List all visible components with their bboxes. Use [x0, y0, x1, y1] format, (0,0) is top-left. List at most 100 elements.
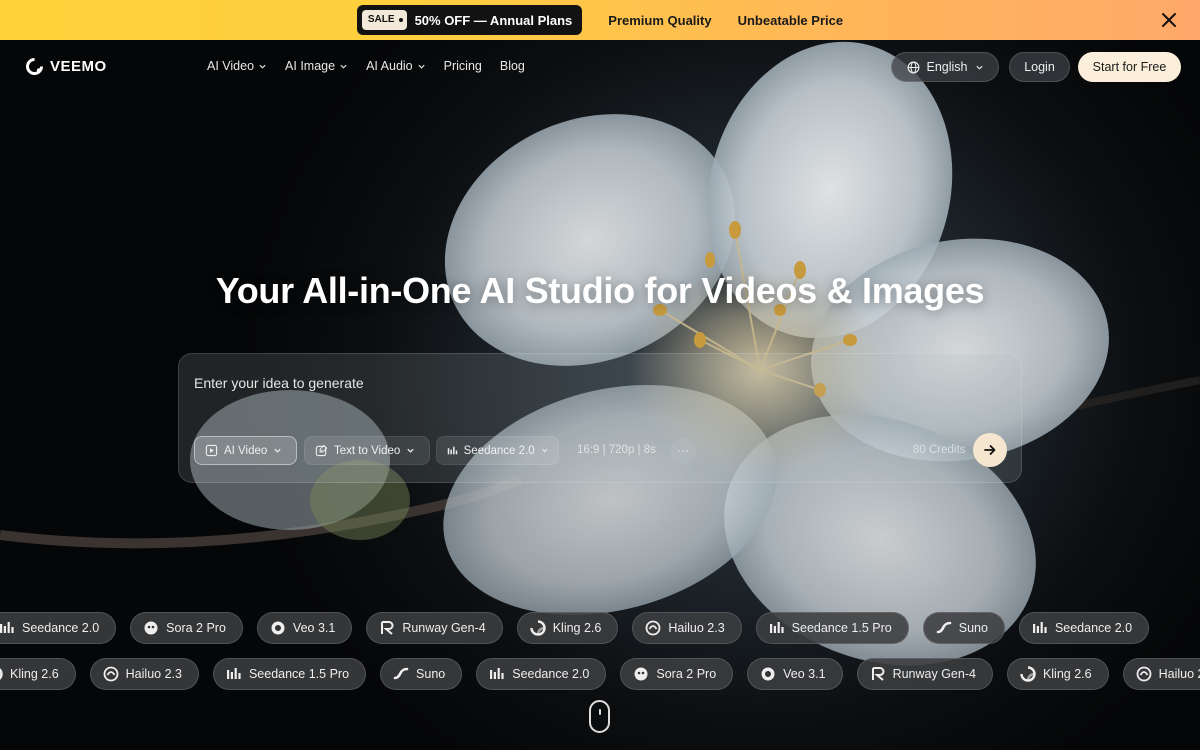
- model-chip-label: Runway Gen-4: [402, 621, 486, 635]
- model-chip[interactable]: Kling 2.6: [0, 658, 76, 690]
- prompt-input[interactable]: [194, 372, 894, 394]
- nav-link-blog[interactable]: Blog: [500, 59, 525, 73]
- model-chip[interactable]: Seedance 2.0: [1018, 612, 1150, 644]
- model-chip-label: Seedance 1.5 Pro: [791, 621, 892, 635]
- seedance-icon: [490, 668, 504, 679]
- model-chip[interactable]: Kling 2.6: [1006, 658, 1109, 690]
- model-chip[interactable]: Seedance 2.0: [0, 612, 117, 644]
- chevron-down-icon: [975, 65, 983, 70]
- nav-link-ai-audio[interactable]: AI Audio: [366, 59, 426, 73]
- model-chip-label: Sora 2 Pro: [656, 667, 717, 681]
- model-marquee-row-1: Seedance 2.0 Sora 2 Pro Veo 3.1 Runway Gen-…: [0, 612, 1150, 644]
- chevron-down-icon: [274, 448, 281, 453]
- model-chip[interactable]: Seedance 1.5 Pro: [755, 612, 909, 644]
- model-chip[interactable]: Kling 2.6: [516, 612, 619, 644]
- output-specs[interactable]: 16:9 | 720p | 8s: [577, 444, 656, 456]
- brand-logo[interactable]: VEEMO: [26, 58, 107, 75]
- model-chip[interactable]: Suno: [922, 612, 1005, 644]
- model-chip-label: Seedance 2.0: [512, 667, 590, 681]
- model-chip[interactable]: Hailuo 2.3: [89, 658, 199, 690]
- promo-offer-pill[interactable]: SALE 50% OFF — Annual Plans: [356, 5, 583, 35]
- model-chip[interactable]: Hailuo 2.3: [1122, 658, 1200, 690]
- mode-selector[interactable]: AI Video: [194, 436, 297, 465]
- scroll-down-mouse-icon[interactable]: [589, 700, 610, 733]
- model-chip-label: Veo 3.1: [783, 667, 826, 681]
- model-selector[interactable]: Seedance 2.0: [436, 436, 559, 465]
- model-chip-label: Hailuo 2.3: [125, 667, 182, 681]
- prompt-panel: AI Video Text to Video Seedance 2.0 16:9…: [178, 353, 1022, 483]
- model-chip[interactable]: Sora 2 Pro: [620, 658, 734, 690]
- start-for-free-button[interactable]: Start for Free: [1078, 52, 1181, 82]
- kling-icon: [1020, 666, 1036, 682]
- veo-icon: [271, 621, 285, 635]
- promo-tagline-quality: Premium Quality: [608, 12, 712, 28]
- more-options-icon[interactable]: ⋯: [670, 438, 696, 464]
- nav-links: AI Video AI Image AI Audio Pricing Blog: [207, 59, 525, 73]
- nav-link-label: Blog: [499, 59, 525, 73]
- credits-cost: 80 Credits: [913, 444, 966, 456]
- nav-link-label: AI Audio: [366, 59, 413, 73]
- promo-banner: SALE 50% OFF — Annual Plans Premium Qual…: [0, 0, 1200, 40]
- chevron-down-icon: [340, 64, 347, 69]
- runway-icon: [381, 621, 394, 635]
- promo-offer-text: 50% OFF — Annual Plans: [414, 12, 573, 28]
- task-selector[interactable]: Text to Video: [304, 436, 430, 465]
- nav-link-label: AI Video: [207, 59, 255, 73]
- top-navigation: VEEMO AI Video AI Image AI Audio Pricing…: [0, 40, 1200, 94]
- model-chip-label: Seedance 1.5 Pro: [248, 667, 350, 681]
- chevron-down-icon: [407, 448, 414, 453]
- task-label: Text to Video: [334, 444, 401, 457]
- nav-link-ai-video[interactable]: AI Video: [207, 59, 267, 73]
- kling-icon: [0, 668, 3, 680]
- model-chip-label: Hailuo 2.3: [668, 621, 725, 635]
- sora-icon: [634, 667, 648, 681]
- suno-icon: [936, 621, 952, 634]
- chevron-down-icon: [541, 449, 547, 453]
- language-selector[interactable]: English: [891, 52, 999, 82]
- model-chip-label: Seedance 2.0: [22, 621, 100, 635]
- edit-media-icon: [315, 444, 328, 457]
- model-chip[interactable]: Runway Gen-4: [856, 658, 993, 690]
- seedance-icon: [0, 622, 14, 633]
- generate-button[interactable]: [973, 433, 1007, 467]
- promo-tagline-price: Unbeatable Price: [737, 12, 844, 28]
- model-chip[interactable]: Hailuo 2.3: [632, 612, 742, 644]
- veemo-logo-icon: [26, 58, 43, 75]
- model-chip-label: Veo 3.1: [292, 621, 336, 635]
- model-label: Seedance 2.0: [463, 444, 535, 457]
- nav-link-pricing[interactable]: Pricing: [444, 59, 482, 73]
- model-chip-label: Suno: [958, 621, 988, 635]
- model-chip[interactable]: Suno: [380, 658, 463, 690]
- mode-label: AI Video: [224, 444, 268, 457]
- chevron-down-icon: [259, 64, 266, 69]
- model-chip[interactable]: Seedance 2.0: [476, 658, 607, 690]
- model-chip-label: Kling 2.6: [10, 667, 59, 681]
- model-chip[interactable]: Seedance 1.5 Pro: [212, 658, 367, 690]
- hailuo-icon: [1136, 666, 1151, 682]
- brand-name: VEEMO: [50, 58, 107, 75]
- seedance-icon: [769, 622, 784, 633]
- sora-icon: [144, 621, 158, 635]
- model-chip[interactable]: Veo 3.1: [256, 612, 353, 644]
- sale-tag-badge: SALE: [361, 10, 407, 30]
- close-icon[interactable]: [1160, 11, 1178, 29]
- model-chip-label: Kling 2.6: [552, 621, 602, 635]
- model-chip[interactable]: Runway Gen-4: [366, 612, 503, 644]
- language-label: English: [926, 60, 968, 74]
- seedance-icon: [226, 668, 241, 679]
- veo-icon: [761, 667, 775, 681]
- model-chip-label: Hailuo 2.3: [1158, 667, 1200, 681]
- hailuo-icon: [103, 666, 119, 682]
- model-chip-label: Suno: [416, 667, 446, 681]
- nav-link-ai-image[interactable]: AI Image: [285, 59, 348, 73]
- model-chip[interactable]: Veo 3.1: [747, 658, 843, 690]
- nav-link-label: AI Image: [285, 59, 336, 73]
- hero-title: Your All-in-One AI Studio for Videos & I…: [215, 270, 985, 311]
- chevron-down-icon: [418, 64, 425, 69]
- seedance-icon: [447, 446, 458, 455]
- model-chip-label: Seedance 2.0: [1054, 621, 1133, 635]
- arrow-right-icon: [984, 445, 996, 455]
- login-button[interactable]: Login: [1009, 52, 1070, 82]
- seedance-icon: [1032, 622, 1047, 633]
- model-chip[interactable]: Sora 2 Pro: [130, 612, 243, 644]
